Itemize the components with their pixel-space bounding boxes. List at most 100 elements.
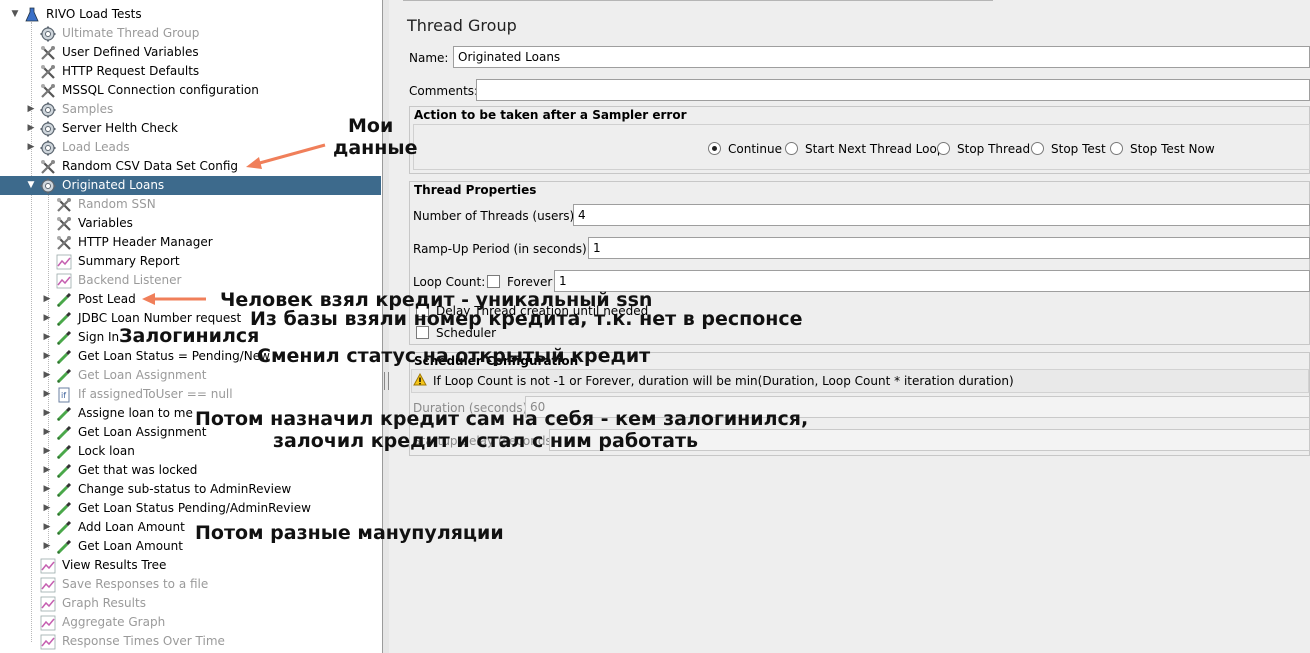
pipette-icon bbox=[56, 368, 72, 384]
tree-item-label: HTTP Request Defaults bbox=[62, 64, 200, 78]
annotation-moi: Мои bbox=[348, 115, 394, 137]
graph-icon bbox=[56, 254, 72, 270]
name-label: Name: bbox=[409, 51, 449, 65]
tree-item[interactable]: ▶ Server Helth Check bbox=[0, 119, 381, 138]
forever-checkbox[interactable] bbox=[487, 275, 500, 288]
graph-icon bbox=[40, 615, 56, 631]
collapsed-triangle-icon[interactable]: ▶ bbox=[26, 100, 36, 119]
tree-item[interactable]: ▶ if If assignedToUser == null bbox=[0, 385, 381, 404]
tree-item[interactable]: Aggregate Graph bbox=[0, 613, 381, 632]
tree-item[interactable]: Ultimate Thread Group bbox=[0, 24, 381, 43]
wrench-icon bbox=[40, 45, 56, 61]
stop-test-now-radio-label[interactable]: Stop Test Now bbox=[1130, 142, 1215, 156]
tree-item[interactable]: ▶ Get Loan Assignment bbox=[0, 366, 381, 385]
tree-item[interactable]: ▶ Samples bbox=[0, 100, 381, 119]
stop-test-radio[interactable] bbox=[1031, 142, 1044, 155]
start-next-loop-radio-label[interactable]: Start Next Thread Loop bbox=[805, 142, 944, 156]
collapsed-triangle-icon[interactable]: ▶ bbox=[26, 138, 36, 157]
tree-item-label: Assigne loan to me bbox=[78, 406, 193, 420]
comments-input[interactable] bbox=[476, 79, 1310, 101]
collapsed-triangle-icon[interactable]: ▶ bbox=[42, 404, 52, 423]
tree-item[interactable]: ▶ Change sub-status to AdminReview bbox=[0, 480, 381, 499]
tree-item[interactable]: ▶ Get that was locked bbox=[0, 461, 381, 480]
tree-item[interactable]: Summary Report bbox=[0, 252, 381, 271]
forever-label[interactable]: Forever bbox=[507, 275, 552, 289]
continue-radio-label[interactable]: Continue bbox=[728, 142, 782, 156]
collapsed-triangle-icon[interactable]: ▶ bbox=[42, 290, 52, 309]
tree-item-label: Samples bbox=[62, 102, 114, 116]
tree-item[interactable]: HTTP Request Defaults bbox=[0, 62, 381, 81]
continue-radio[interactable] bbox=[708, 142, 721, 155]
tree-item[interactable]: Variables bbox=[0, 214, 381, 233]
collapsed-triangle-icon[interactable]: ▶ bbox=[42, 347, 52, 366]
rampup-input[interactable]: 1 bbox=[588, 237, 1310, 259]
tree-item[interactable]: ▼ RIVO Load Tests bbox=[0, 5, 381, 24]
tree-item-label: Summary Report bbox=[78, 254, 180, 268]
tree-item[interactable]: Backend Listener bbox=[0, 271, 381, 290]
pipette-icon bbox=[56, 444, 72, 460]
collapsed-triangle-icon[interactable]: ▶ bbox=[42, 537, 52, 556]
pipette-icon bbox=[56, 463, 72, 479]
tree-item[interactable]: ▶ Get Loan Status Pending/AdminReview bbox=[0, 499, 381, 518]
pipette-icon bbox=[56, 292, 72, 308]
tree-item[interactable]: ▼ Originated Loans bbox=[0, 176, 381, 195]
stop-thread-radio[interactable] bbox=[937, 142, 950, 155]
collapsed-triangle-icon[interactable]: ▶ bbox=[42, 309, 52, 328]
expanded-triangle-icon[interactable]: ▼ bbox=[26, 176, 36, 195]
tree-item[interactable]: Graph Results bbox=[0, 594, 381, 613]
stop-test-radio-label[interactable]: Stop Test bbox=[1051, 142, 1106, 156]
tree-item-label: Get that was locked bbox=[78, 463, 198, 477]
tree-item-label: RIVO Load Tests bbox=[46, 7, 142, 21]
collapsed-triangle-icon[interactable]: ▶ bbox=[42, 328, 52, 347]
tree-item-label: Save Responses to a file bbox=[62, 577, 209, 591]
collapsed-triangle-icon[interactable]: ▶ bbox=[26, 119, 36, 138]
tree-item[interactable]: Random CSV Data Set Config bbox=[0, 157, 381, 176]
start-next-loop-radio[interactable] bbox=[785, 142, 798, 155]
annotation-dannye: данные bbox=[333, 137, 418, 159]
tree-item-label: Lock loan bbox=[78, 444, 135, 458]
stop-test-now-radio[interactable] bbox=[1110, 142, 1123, 155]
collapsed-triangle-icon[interactable]: ▶ bbox=[42, 423, 52, 442]
threads-input[interactable]: 4 bbox=[573, 204, 1310, 226]
tree-item-label: Post Lead bbox=[78, 292, 136, 306]
tree-item[interactable]: Response Times Over Time bbox=[0, 632, 381, 651]
annotation-misc: Потом разные манупуляции bbox=[195, 522, 504, 544]
wrench-icon bbox=[56, 216, 72, 232]
loop-count-input[interactable]: 1 bbox=[554, 270, 1310, 292]
annotation-jdbc: Из базы взяли номер кредита, т.к. нет в … bbox=[250, 308, 803, 330]
collapsed-triangle-icon[interactable]: ▶ bbox=[42, 385, 52, 404]
tree-item-label: Sign In bbox=[78, 330, 120, 344]
wrench-icon bbox=[56, 235, 72, 251]
expanded-triangle-icon[interactable]: ▼ bbox=[10, 5, 20, 24]
collapsed-triangle-icon[interactable]: ▶ bbox=[42, 366, 52, 385]
tree-item-label: Originated Loans bbox=[62, 178, 165, 192]
gear-icon bbox=[40, 26, 56, 42]
wrench-icon bbox=[56, 197, 72, 213]
tree-item[interactable]: HTTP Header Manager bbox=[0, 233, 381, 252]
tree-item-label: Get Loan Assignment bbox=[78, 425, 207, 439]
tree-item[interactable]: Random SSN bbox=[0, 195, 381, 214]
if-icon: if bbox=[56, 387, 72, 403]
collapsed-triangle-icon[interactable]: ▶ bbox=[42, 461, 52, 480]
name-input[interactable]: Originated Loans bbox=[453, 46, 1310, 68]
pipette-icon bbox=[56, 311, 72, 327]
thread-properties-title: Thread Properties bbox=[414, 183, 537, 197]
stop-thread-radio-label[interactable]: Stop Thread bbox=[957, 142, 1030, 156]
flask-icon bbox=[24, 7, 40, 23]
collapsed-triangle-icon[interactable]: ▶ bbox=[42, 442, 52, 461]
comments-label: Comments: bbox=[409, 84, 479, 98]
tree-item[interactable]: ▶ Load Leads bbox=[0, 138, 381, 157]
wrench-icon bbox=[40, 64, 56, 80]
tree-item-label: If assignedToUser == null bbox=[78, 387, 233, 401]
collapsed-triangle-icon[interactable]: ▶ bbox=[42, 480, 52, 499]
gear-icon bbox=[40, 102, 56, 118]
loop-count-label: Loop Count: bbox=[413, 275, 486, 289]
tree-item[interactable]: User Defined Variables bbox=[0, 43, 381, 62]
tree-item[interactable]: MSSQL Connection configuration bbox=[0, 81, 381, 100]
collapsed-triangle-icon[interactable]: ▶ bbox=[42, 518, 52, 537]
tree-item[interactable]: View Results Tree bbox=[0, 556, 381, 575]
pipette-icon bbox=[56, 349, 72, 365]
tree-item[interactable]: Save Responses to a file bbox=[0, 575, 381, 594]
pipette-icon bbox=[56, 425, 72, 441]
collapsed-triangle-icon[interactable]: ▶ bbox=[42, 499, 52, 518]
